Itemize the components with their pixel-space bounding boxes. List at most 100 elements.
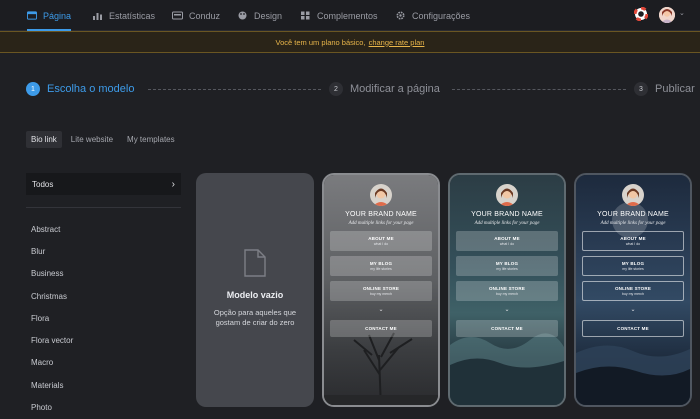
document-icon xyxy=(244,249,266,277)
link-button-subtitle: what I do xyxy=(625,242,641,247)
step-number: 1 xyxy=(26,82,40,96)
category-item[interactable]: Abstract xyxy=(26,218,181,240)
link-button-subtitle: what I do xyxy=(499,242,515,247)
wave-illustration xyxy=(450,333,564,405)
chevron-down-icon: ⌄ xyxy=(630,307,636,313)
link-button: ABOUT ME what I do xyxy=(456,231,558,251)
nav-tab-estatisticas[interactable]: Estatísticas xyxy=(92,0,155,31)
person-icon xyxy=(499,188,515,206)
link-button-title: ABOUT ME xyxy=(368,235,394,241)
leads-icon xyxy=(172,11,183,20)
contact-button: CONTACT ME xyxy=(456,320,558,337)
link-button: ONLINE STORE buy my merch xyxy=(582,281,684,301)
brand-avatar xyxy=(622,184,644,206)
link-button-subtitle: buy my merch xyxy=(622,292,644,297)
step-label: Publicar xyxy=(655,83,695,95)
link-button-title: ONLINE STORE xyxy=(362,285,400,291)
category-item[interactable]: Photo xyxy=(26,396,181,418)
category-item[interactable]: Flora xyxy=(26,307,181,329)
category-item[interactable]: Materials xyxy=(26,374,181,396)
top-navigation: Página Estatísticas Conduz Design Comple… xyxy=(0,0,700,31)
link-button-subtitle: buy my merch xyxy=(370,292,392,297)
nav-tab-configuracoes[interactable]: Configurações xyxy=(395,0,470,31)
step-modify-page: 2 Modificar a página xyxy=(329,82,440,96)
category-item[interactable]: Macro xyxy=(26,352,181,374)
chevron-down-icon: ⌄ xyxy=(504,307,510,313)
category-item[interactable]: Business xyxy=(26,263,181,285)
link-button-title: MY BLOG xyxy=(369,260,393,266)
link-button-subtitle: my life stories xyxy=(370,267,392,272)
avatar[interactable] xyxy=(659,7,675,23)
template-card[interactable]: YOUR BRAND NAME Add multiple links for y… xyxy=(322,173,440,407)
nav-tab-label: Página xyxy=(42,10,71,21)
step-label: Escolha o modelo xyxy=(47,83,135,95)
step-number: 2 xyxy=(329,82,343,96)
contact-button-label: CONTACT ME xyxy=(365,326,397,331)
brand-tagline: Add multiple links for your page xyxy=(600,221,666,226)
nav-tab-label: Design xyxy=(254,10,283,21)
link-button: ONLINE STORE buy my merch xyxy=(330,281,432,301)
link-button-title: MY BLOG xyxy=(495,260,519,266)
link-button-subtitle: what I do xyxy=(373,242,389,247)
contact-button: CONTACT ME xyxy=(582,320,684,337)
wave-illustration xyxy=(576,345,690,405)
nav-tab-design[interactable]: Design xyxy=(237,0,282,31)
contact-button-label: CONTACT ME xyxy=(491,326,523,331)
brand-avatar xyxy=(496,184,518,206)
change-plan-link[interactable]: change rate plan xyxy=(369,38,425,47)
link-button-title: ONLINE STORE xyxy=(488,285,526,291)
nav-tab-label: Conduz xyxy=(189,10,221,21)
category-item[interactable]: Flora vector xyxy=(26,329,181,351)
link-button-title: ABOUT ME xyxy=(620,235,646,241)
link-button: ONLINE STORE buy my merch xyxy=(456,281,558,301)
template-card[interactable]: YOUR BRAND NAME Add multiple links for y… xyxy=(448,173,566,407)
link-button: MY BLOG my life stories xyxy=(582,256,684,276)
step-divider xyxy=(452,89,626,90)
gear-icon xyxy=(396,11,405,20)
chevron-right-icon: › xyxy=(171,178,175,190)
user-avatar-icon xyxy=(659,7,675,23)
divider xyxy=(26,207,181,208)
template-type-tabs: Bio link Lite website My templates xyxy=(26,131,180,148)
step-label: Modificar a página xyxy=(350,83,440,95)
link-button: ABOUT ME what I do xyxy=(330,231,432,251)
empty-template-card[interactable]: Modelo vazio Opção para aqueles que gost… xyxy=(196,173,314,407)
plan-banner: Você tem um plano básico, change rate pl… xyxy=(0,31,700,53)
step-number: 3 xyxy=(634,82,648,96)
contact-button: CONTACT ME xyxy=(330,320,432,337)
nav-tab-pagina[interactable]: Página xyxy=(27,0,71,31)
chevron-down-icon: ⌄ xyxy=(378,307,384,313)
link-button-subtitle: my life stories xyxy=(622,267,644,272)
tab-lite-website[interactable]: Lite website xyxy=(66,131,118,148)
lifebuoy-icon[interactable] xyxy=(634,7,648,21)
brand-avatar xyxy=(370,184,392,206)
brand-tagline: Add multiple links for your page xyxy=(474,221,540,226)
link-button: MY BLOG my life stories xyxy=(330,256,432,276)
tab-my-templates[interactable]: My templates xyxy=(122,131,180,148)
person-icon xyxy=(373,188,389,206)
person-icon xyxy=(625,188,641,206)
template-card[interactable]: YOUR BRAND NAME Add multiple links for y… xyxy=(574,173,692,407)
nav-tab-label: Estatísticas xyxy=(109,10,156,21)
nav-tab-complementos[interactable]: Complementos xyxy=(300,0,378,31)
category-item[interactable]: Christmas xyxy=(26,285,181,307)
category-all[interactable]: Todos › xyxy=(26,173,181,195)
tab-bio-link[interactable]: Bio link xyxy=(26,131,62,148)
link-button: ABOUT ME what I do xyxy=(582,231,684,251)
chevron-down-icon[interactable]: ⌄ xyxy=(679,9,685,17)
palette-icon xyxy=(238,11,247,20)
link-button-title: ABOUT ME xyxy=(494,235,520,241)
step-choose-template: 1 Escolha o modelo xyxy=(26,82,134,96)
link-button-title: MY BLOG xyxy=(621,260,645,266)
contact-button-label: CONTACT ME xyxy=(617,326,649,331)
category-all-label: Todos xyxy=(32,179,54,189)
addons-icon xyxy=(301,11,310,20)
page-icon xyxy=(27,11,37,20)
brand-name: YOUR BRAND NAME xyxy=(345,211,417,218)
category-list: Abstract Blur Business Christmas Flora F… xyxy=(26,218,181,419)
stats-icon xyxy=(93,13,102,20)
category-item[interactable]: Blur xyxy=(26,240,181,262)
brand-name: YOUR BRAND NAME xyxy=(597,211,669,218)
nav-tab-label: Configurações xyxy=(412,10,471,21)
nav-tab-conduz[interactable]: Conduz xyxy=(172,0,220,31)
